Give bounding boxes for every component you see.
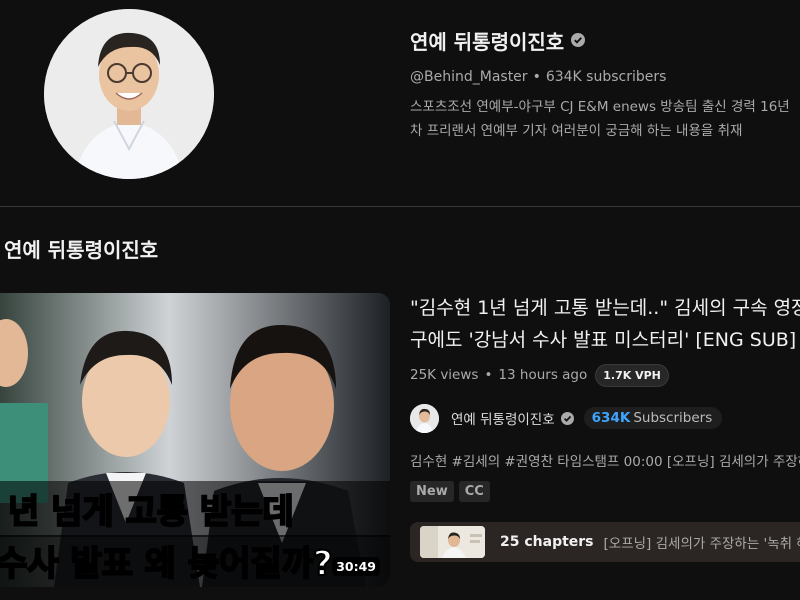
verified-icon — [571, 33, 586, 47]
video-info: "김수현 1년 넘게 고통 받는데.." 김세의 구속 영장 청 구에도 '강남… — [410, 292, 800, 562]
meta-separator: • — [484, 367, 493, 383]
thumbnail-caption-line2: 수사 발표 왜 늦어질까? — [0, 544, 333, 584]
owner-subscriber-count: 634K — [591, 410, 631, 426]
verified-icon — [560, 411, 574, 425]
channel-avatar[interactable] — [44, 9, 214, 179]
duration-badge: 30:49 — [332, 557, 380, 576]
vph-badge: 1.7K VPH — [595, 363, 669, 387]
thumbnail-image: 년 넘게 고통 받는데 수사 발표 왜 늦어질까? — [0, 293, 390, 587]
view-count: 25K views — [410, 367, 479, 383]
meta-separator: • — [532, 69, 541, 85]
header-divider — [0, 206, 800, 207]
video-description-snippet: 김수현 #김세의 #권영찬 타임스탬프 00:00 [오프닝] 김세의가 주장하… — [410, 454, 800, 470]
channel-avatar-photo — [44, 9, 214, 179]
channel-subscriber-count: 634K subscribers — [545, 69, 667, 85]
upload-age: 13 hours ago — [498, 367, 588, 383]
video-title-line2[interactable]: 구에도 '강남서 수사 발표 미스터리' [ENG SUB] — [410, 324, 800, 356]
thumbnail-caption-line1: 년 넘게 고통 받는데 — [8, 492, 294, 532]
video-thumbnail[interactable]: 년 넘게 고통 받는데 수사 발표 왜 늦어질까? 30:49 — [0, 293, 390, 587]
channel-name-row: 연예 뒤통령이진호 — [410, 24, 800, 56]
badge-cc: CC — [458, 481, 490, 502]
section-title[interactable]: 연예 뒤통령이진호 — [4, 234, 158, 263]
owner-avatar[interactable] — [410, 403, 439, 433]
owner-avatar-icon — [410, 403, 439, 433]
video-badges: New CC — [410, 481, 800, 502]
badge-new: New — [410, 481, 454, 502]
owner-name[interactable]: 연예 뒤통령이진호 — [451, 408, 555, 428]
channel-name[interactable]: 연예 뒤통령이진호 — [410, 26, 564, 55]
video-meta: 25K views • 13 hours ago 1.7K VPH — [410, 363, 800, 387]
owner-subscriber-label: Subscribers — [633, 410, 713, 426]
chapters-count: 25 chapters — [500, 534, 594, 550]
channel-info: 연예 뒤통령이진호 @Behind_Master • 634K subscriber… — [410, 24, 800, 143]
chapters-strip[interactable]: 25 chapters [오프닝] 김세의가 주장하는 '녹취 해킹' — [410, 522, 800, 562]
channel-meta: @Behind_Master • 634K subscribers — [410, 69, 800, 85]
chapter-thumbnail-image — [420, 526, 485, 558]
video-owner-row: 연예 뒤통령이진호 634K Subscribers — [410, 403, 800, 433]
chapters-description: [오프닝] 김세의가 주장하는 '녹취 해킹' — [603, 536, 800, 552]
channel-description[interactable]: 스포츠조선 연예부-야구부 CJ E&M enews 방송팀 출신 경력 16년… — [410, 95, 795, 143]
subscriber-pill: 634K Subscribers — [583, 407, 723, 429]
video-title-line1[interactable]: "김수현 1년 넘게 고통 받는데.." 김세의 구속 영장 청 — [410, 292, 800, 324]
chapter-thumbnail — [420, 526, 485, 558]
channel-handle: @Behind_Master — [410, 69, 528, 85]
